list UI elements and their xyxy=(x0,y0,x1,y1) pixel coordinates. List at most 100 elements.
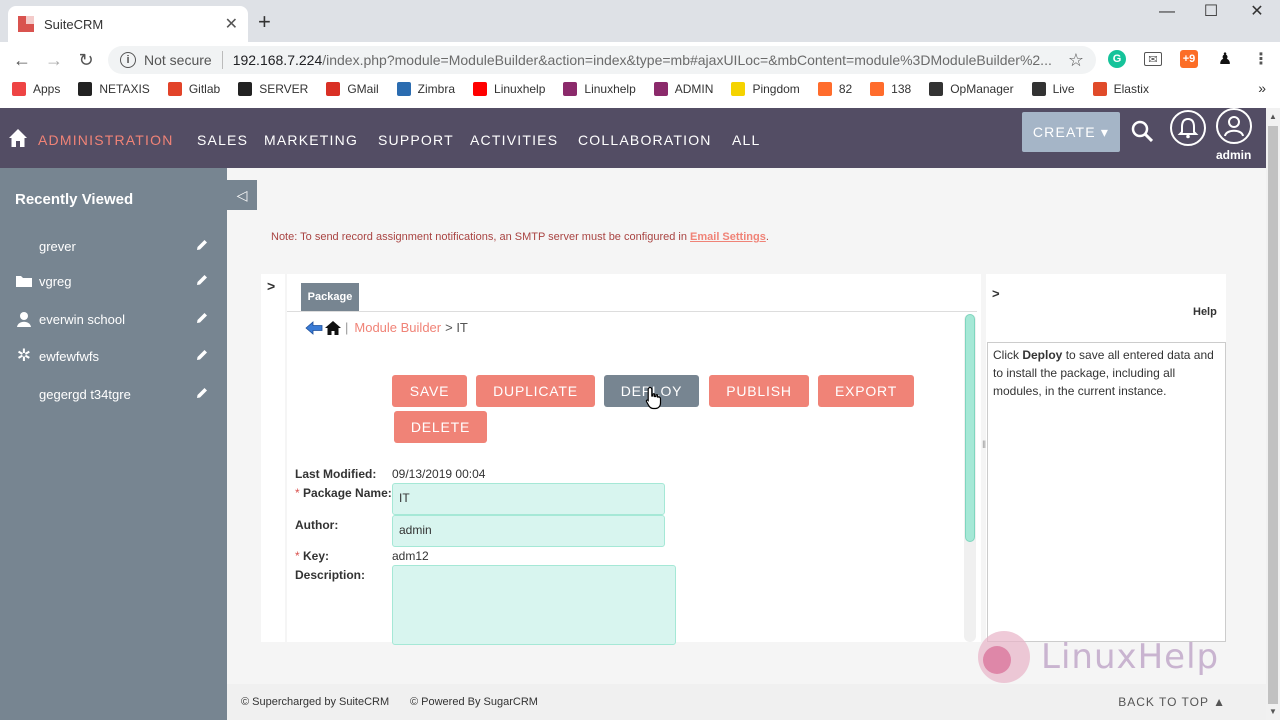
page-footer: © Supercharged by SuiteCRM © Powered By … xyxy=(227,684,1266,720)
new-tab-button[interactable]: + xyxy=(258,9,271,35)
help-title: Help xyxy=(1193,306,1217,318)
nav-marketing[interactable]: MARKETING xyxy=(264,132,358,148)
maximize-icon[interactable]: ☐ xyxy=(1188,2,1234,22)
publish-button[interactable]: PUBLISH xyxy=(709,375,809,407)
delete-button[interactable]: DELETE xyxy=(394,411,487,443)
info-icon[interactable]: i xyxy=(120,52,136,68)
sidebar-item-vgreg[interactable]: vgreg xyxy=(15,270,215,292)
omnibox[interactable]: i Not secure 192.168.7.224/index.php?mod… xyxy=(108,46,1096,74)
create-button[interactable]: CREATE ▾ xyxy=(1022,112,1120,152)
scrollbar-thumb[interactable] xyxy=(965,314,975,542)
breadcrumb-module-builder-link[interactable]: Module Builder xyxy=(354,320,441,335)
bookmark-pingdom[interactable]: Pingdom xyxy=(731,82,800,96)
home-small-icon[interactable] xyxy=(325,320,341,335)
bookmark-82[interactable]: 82 xyxy=(817,82,852,96)
linuxhelp-watermark: LinuxHelp xyxy=(975,628,1219,686)
bookmark-gitlab[interactable]: Gitlab xyxy=(167,82,220,96)
bookmark-admin[interactable]: ADMIN xyxy=(653,82,713,96)
powered-by-link[interactable]: © Powered By SugarCRM xyxy=(410,696,538,708)
window-close-icon[interactable]: ✕ xyxy=(1234,2,1280,22)
user-icon xyxy=(17,312,31,327)
back-icon[interactable]: ← xyxy=(6,50,38,71)
linuxhelp-logo-icon xyxy=(978,631,1030,683)
bookmark-live[interactable]: Live xyxy=(1031,82,1075,96)
scroll-up-icon[interactable]: ▲ xyxy=(1269,112,1277,121)
bookmark-netaxis[interactable]: NETAXIS xyxy=(78,82,150,96)
duplicate-button[interactable]: DUPLICATE xyxy=(476,375,595,407)
bookmark-server[interactable]: SERVER xyxy=(238,82,308,96)
author-input[interactable]: admin xyxy=(392,515,665,547)
back-arrow-icon[interactable] xyxy=(305,320,323,335)
user-name-label[interactable]: admin xyxy=(1216,148,1251,162)
description-textarea[interactable] xyxy=(392,565,676,645)
nav-support[interactable]: SUPPORT xyxy=(378,132,454,148)
forward-icon[interactable]: → xyxy=(38,50,70,71)
package-name-label: * Package Name: xyxy=(295,486,392,500)
folder-icon xyxy=(16,276,32,287)
grammarly-icon[interactable]: G xyxy=(1108,50,1126,68)
export-button[interactable]: EXPORT xyxy=(818,375,914,407)
supercharged-by-link[interactable]: © Supercharged by SuiteCRM xyxy=(241,696,389,708)
edit-pencil-icon[interactable] xyxy=(195,311,209,325)
mail-icon[interactable]: ✉ xyxy=(1144,52,1162,66)
back-to-top-link[interactable]: BACK TO TOP ▲ xyxy=(1118,695,1226,709)
extension-icons: G ✉ +9 ♟ ⋮ xyxy=(1108,50,1270,68)
url-text[interactable]: 192.168.7.224/index.php?module=ModuleBui… xyxy=(233,52,1068,68)
bookmark-elastix[interactable]: Elastix xyxy=(1092,82,1149,96)
nav-collaboration[interactable]: COLLABORATION xyxy=(578,132,712,148)
bookmark-apps[interactable]: Apps xyxy=(12,82,60,96)
edit-pencil-icon[interactable] xyxy=(195,273,209,287)
nav-all[interactable]: ALL xyxy=(732,132,761,148)
sidebar-item-gegergd[interactable]: gegergd t34tgre xyxy=(15,383,215,405)
bookmark-138[interactable]: 138 xyxy=(870,82,911,96)
sidebar-item-grever[interactable]: grever xyxy=(15,235,215,257)
address-bar-row: ← → ↻ i Not secure 192.168.7.224/index.p… xyxy=(0,42,1280,78)
sidebar-item-everwin-school[interactable]: everwin school xyxy=(15,308,215,330)
sidebar-collapse-button[interactable]: ◁ xyxy=(227,180,257,210)
email-settings-link[interactable]: Email Settings xyxy=(690,231,766,243)
sidebar-item-ewfewfwfs[interactable]: ✲ ewfewfwfs xyxy=(15,345,215,367)
package-panel-scrollbar[interactable] xyxy=(964,314,976,642)
bookmark-gmail[interactable]: GMail xyxy=(326,82,379,96)
page-scrollbar-thumb[interactable] xyxy=(1268,126,1278,704)
menu-dots-icon[interactable]: ⋮ xyxy=(1252,50,1270,68)
search-icon[interactable] xyxy=(1131,120,1153,142)
bookmark-linuxhelp[interactable]: Linuxhelp xyxy=(563,82,636,96)
nav-sales[interactable]: SALES xyxy=(197,132,248,148)
minimize-icon[interactable]: — xyxy=(1144,2,1190,22)
user-avatar-icon[interactable] xyxy=(1216,108,1252,144)
apps-grid-icon xyxy=(12,82,26,96)
smtp-note: Note: To send record assignment notifica… xyxy=(271,231,769,243)
save-button[interactable]: SAVE xyxy=(392,375,467,407)
nav-activities[interactable]: ACTIVITIES xyxy=(470,132,558,148)
scroll-down-icon[interactable]: ▼ xyxy=(1269,707,1277,716)
tab-close-icon[interactable]: ✕ xyxy=(225,14,238,34)
hand-cursor-icon xyxy=(645,386,662,410)
last-modified-label: Last Modified: xyxy=(295,467,377,481)
key-value: adm12 xyxy=(392,549,429,563)
expand-tree-chevron-icon[interactable]: > xyxy=(267,278,275,294)
home-icon[interactable] xyxy=(8,128,28,148)
description-label: Description: xyxy=(295,568,366,582)
reload-icon[interactable]: ↻ xyxy=(70,50,102,71)
notifications-bell-icon[interactable] xyxy=(1170,110,1206,146)
gitlab-ext-icon[interactable]: +9 xyxy=(1180,50,1198,68)
browser-tab[interactable]: SuiteCRM ✕ xyxy=(8,6,248,42)
suitecrm-top-nav: ADMINISTRATION SALES MARKETING SUPPORT A… xyxy=(0,108,1266,168)
bookmark-star-icon[interactable]: ☆ xyxy=(1068,50,1084,71)
edit-pencil-icon[interactable] xyxy=(195,238,209,252)
help-text: Click Deploy to save all entered data an… xyxy=(987,342,1226,642)
bookmark-zimbra[interactable]: Zimbra xyxy=(396,82,455,96)
bookmark-opmanager[interactable]: OpManager xyxy=(929,82,1014,96)
edit-pencil-icon[interactable] xyxy=(195,386,209,400)
package-name-input[interactable]: IT xyxy=(392,483,665,515)
bookmark-linuxhelp[interactable]: Linuxhelp xyxy=(473,82,545,96)
edit-pencil-icon[interactable] xyxy=(195,348,209,362)
pingdom-icon xyxy=(731,82,746,96)
page-scrollbar[interactable]: ▲ ▼ xyxy=(1266,108,1280,720)
help-collapse-chevron-icon[interactable]: > xyxy=(992,286,1000,301)
tab-package[interactable]: Package xyxy=(301,283,359,311)
linux-tux-icon[interactable]: ♟ xyxy=(1216,50,1234,68)
nav-administration[interactable]: ADMINISTRATION xyxy=(38,132,174,148)
bookmarks-overflow-icon[interactable]: » xyxy=(1258,80,1266,96)
